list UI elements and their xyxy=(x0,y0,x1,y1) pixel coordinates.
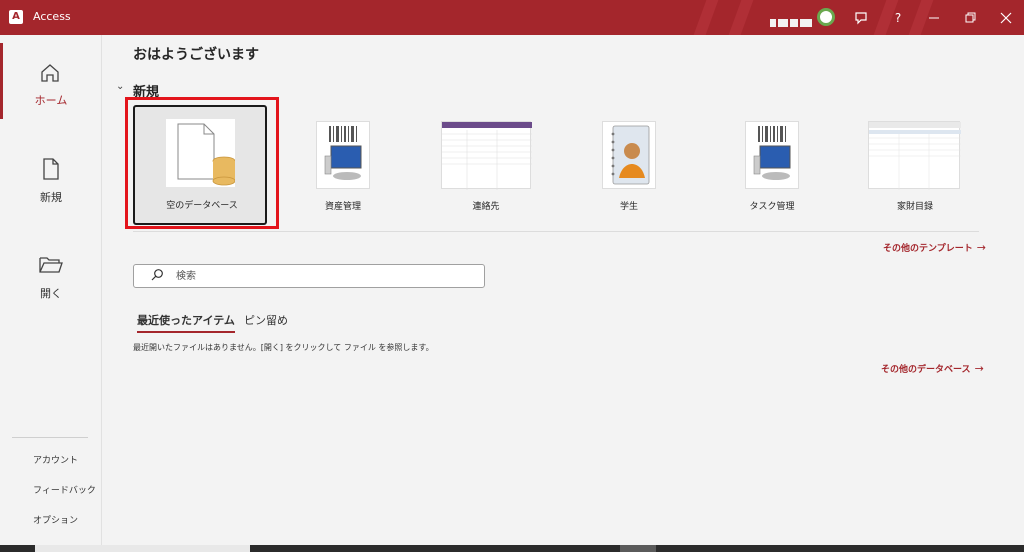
navigation-rail: ホーム 新規 開く アカウント フィードバック オプション xyxy=(0,35,102,545)
template-label: 連絡先 xyxy=(472,202,500,212)
feedback-icon[interactable] xyxy=(852,9,870,27)
help-icon[interactable]: ? xyxy=(889,9,907,27)
more-templates-label: その他のテンプレート xyxy=(883,244,973,254)
title-bar-decoration xyxy=(728,0,754,35)
rail-item-label: 新規 xyxy=(40,191,62,204)
taskbar-strip xyxy=(0,545,1024,552)
students-thumbnail xyxy=(602,121,656,189)
contacts-thumbnail xyxy=(441,121,532,190)
close-icon[interactable] xyxy=(997,9,1015,27)
template-label: タスク管理 xyxy=(749,202,795,212)
home-inventory-thumbnail xyxy=(868,121,961,190)
feedback-link[interactable]: フィードバック xyxy=(33,483,96,496)
taskbar-segment xyxy=(35,545,250,552)
template-students[interactable]: 学生 xyxy=(562,105,696,225)
backstage-main: おはようございます ⌄ 新規 空のデータベース 資産管理 連絡先 学生 タスク管… xyxy=(103,35,1024,545)
task-management-thumbnail xyxy=(745,121,799,189)
account-link[interactable]: アカウント xyxy=(33,453,78,466)
home-icon xyxy=(41,64,59,82)
template-label: 学生 xyxy=(619,202,638,212)
minimize-icon[interactable] xyxy=(925,9,943,27)
more-databases-label: その他のデータベース xyxy=(881,365,971,375)
template-home-inventory[interactable]: 家財目録 xyxy=(848,105,982,225)
app-title: Access xyxy=(33,10,71,23)
barcode-computer-icon xyxy=(753,126,791,180)
asset-management-thumbnail xyxy=(316,121,370,189)
highlight-box xyxy=(125,97,279,229)
new-document-icon xyxy=(43,158,59,180)
template-task-management[interactable]: タスク管理 xyxy=(705,105,839,225)
title-bar-decoration xyxy=(693,0,719,35)
rail-divider xyxy=(12,437,88,438)
search-icon xyxy=(151,269,163,281)
search-box[interactable] xyxy=(133,264,485,288)
more-databases-link[interactable]: その他のデータベース → xyxy=(881,362,984,375)
rail-item-new[interactable]: 新規 xyxy=(0,133,102,213)
empty-recent-message: 最近開いたファイルはありません。[開く] をクリックして ファイル を参照します… xyxy=(133,343,434,352)
account-avatar[interactable] xyxy=(817,8,835,26)
rail-item-open[interactable]: 開く xyxy=(0,228,102,308)
taskbar-segment xyxy=(620,545,656,552)
rail-item-home[interactable]: ホーム xyxy=(0,35,102,119)
arrow-right-icon: → xyxy=(974,362,984,375)
access-logo-icon xyxy=(9,10,23,24)
template-asset-management[interactable]: 資産管理 xyxy=(276,105,410,225)
options-link[interactable]: オプション xyxy=(33,513,78,526)
contacts-table-preview xyxy=(442,122,532,190)
chevron-down-icon[interactable]: ⌄ xyxy=(116,81,124,92)
section-divider xyxy=(133,231,979,232)
tab-recent-items[interactable]: 最近使ったアイテム xyxy=(137,312,235,333)
user-name-redacted[interactable] xyxy=(770,12,814,27)
template-contacts[interactable]: 連絡先 xyxy=(419,105,553,225)
restore-icon[interactable] xyxy=(961,9,979,27)
rail-item-label: 開く xyxy=(40,287,62,300)
more-templates-link[interactable]: その他のテンプレート → xyxy=(883,241,986,254)
template-label: 資産管理 xyxy=(324,202,361,212)
student-person-icon xyxy=(611,125,650,185)
greeting-heading: おはようございます xyxy=(133,47,259,63)
open-folder-icon xyxy=(39,257,63,273)
rail-item-label: ホーム xyxy=(34,94,68,107)
barcode-computer-icon xyxy=(324,126,362,180)
search-input[interactable] xyxy=(176,268,476,284)
arrow-right-icon: → xyxy=(976,241,986,254)
title-bar: Access ? xyxy=(0,0,1024,35)
template-label: 家財目録 xyxy=(896,202,933,212)
inventory-table-preview xyxy=(869,122,961,190)
tab-pinned[interactable]: ピン留め xyxy=(244,312,288,331)
